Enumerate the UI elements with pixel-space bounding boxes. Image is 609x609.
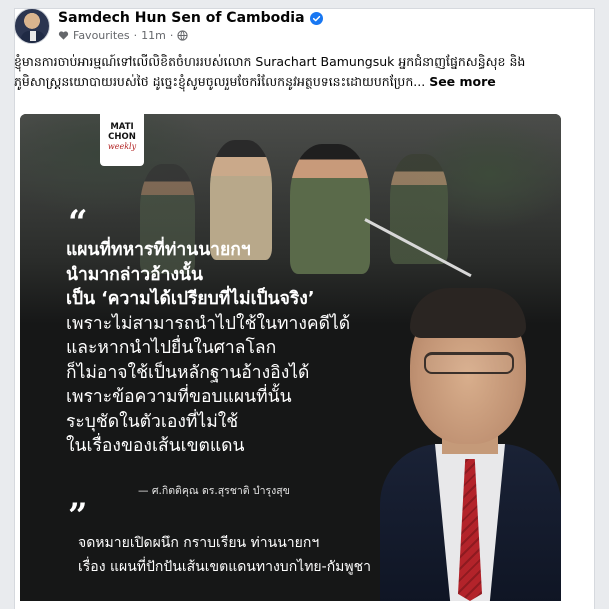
separator-dot: ·	[169, 29, 174, 42]
see-more-link[interactable]: See more	[429, 74, 496, 89]
audience-label[interactable]: Favourites	[73, 29, 130, 42]
quote-attribution: — ศ.กิตติคุณ ดร.สุรชาติ บำรุงสุข	[138, 485, 290, 497]
globe-icon[interactable]	[177, 30, 189, 41]
quote-line: เป็น ‘ความได้เปรียบที่ไม่เป็นจริง’	[66, 289, 315, 309]
subject-line: จดหมายเปิดผนึก กราบเรียน ท่านนายกฯ	[78, 535, 320, 551]
post-meta: Samdech Hun Sen of Cambodia Favourites ·…	[58, 10, 323, 42]
quote-line: เพราะไม่สามารถนำไปใช้ในทางคดีได้	[66, 313, 351, 334]
quote-line: เพราะข้อความที่ขอบแผนที่นั้น	[66, 387, 292, 407]
logo-text-weekly: weekly	[107, 142, 137, 151]
verified-badge-icon	[309, 11, 323, 25]
quote-block: แผนที่ทหารที่ท่านนายกฯ นำมากล่าวอ้างนั้น…	[66, 238, 466, 459]
quote-line: ในเรื่องของเส้นเขตแดน	[66, 436, 245, 456]
post-caption: ខ្ញុំមានការចាប់អារម្មណ៍ទៅលើលិខិតចំហររបស់…	[14, 52, 569, 92]
author-avatar[interactable]	[14, 8, 50, 44]
author-row: Samdech Hun Sen of Cambodia	[58, 10, 323, 26]
subject-line: เรื่อง แผนที่ปักปันเส้นเขตแดนทางบกไทย-กั…	[78, 559, 371, 575]
letter-subject: จดหมายเปิดผนึก กราบเรียน ท่านนายกฯ เรื่อ…	[78, 531, 371, 579]
close-quote-mark: ”	[68, 496, 88, 536]
logo-text-mati: MATI	[110, 122, 134, 132]
quote-line: ก็ไม่อาจใช้เป็นหลักฐานอ้างอิงได้	[66, 362, 310, 383]
post-subline: Favourites · 11m ·	[58, 29, 323, 42]
open-quote-mark: “	[68, 203, 88, 243]
matichon-weekly-logo: MATI CHON weekly	[100, 114, 144, 166]
separator-dot: ·	[133, 29, 138, 42]
quote-line: นำมากล่าวอ้างนั้น	[66, 264, 203, 285]
favourites-icon	[58, 31, 69, 40]
quote-line: และหากนำไปยื่นในศาลโลก	[66, 338, 277, 358]
post-time[interactable]: 11m	[141, 29, 166, 42]
post-image[interactable]: MATI CHON weekly “ แผนที่ทหารที่ท่านนายก…	[20, 114, 561, 601]
quote-line: แผนที่ทหารที่ท่านนายกฯ	[66, 240, 251, 260]
author-name[interactable]: Samdech Hun Sen of Cambodia	[58, 10, 305, 26]
logo-text-chon: CHON	[108, 132, 136, 142]
post-header: Samdech Hun Sen of Cambodia Favourites ·…	[14, 8, 323, 44]
quote-line: ระบุชัดในตัวเองที่ไม่ใช้	[66, 411, 239, 432]
